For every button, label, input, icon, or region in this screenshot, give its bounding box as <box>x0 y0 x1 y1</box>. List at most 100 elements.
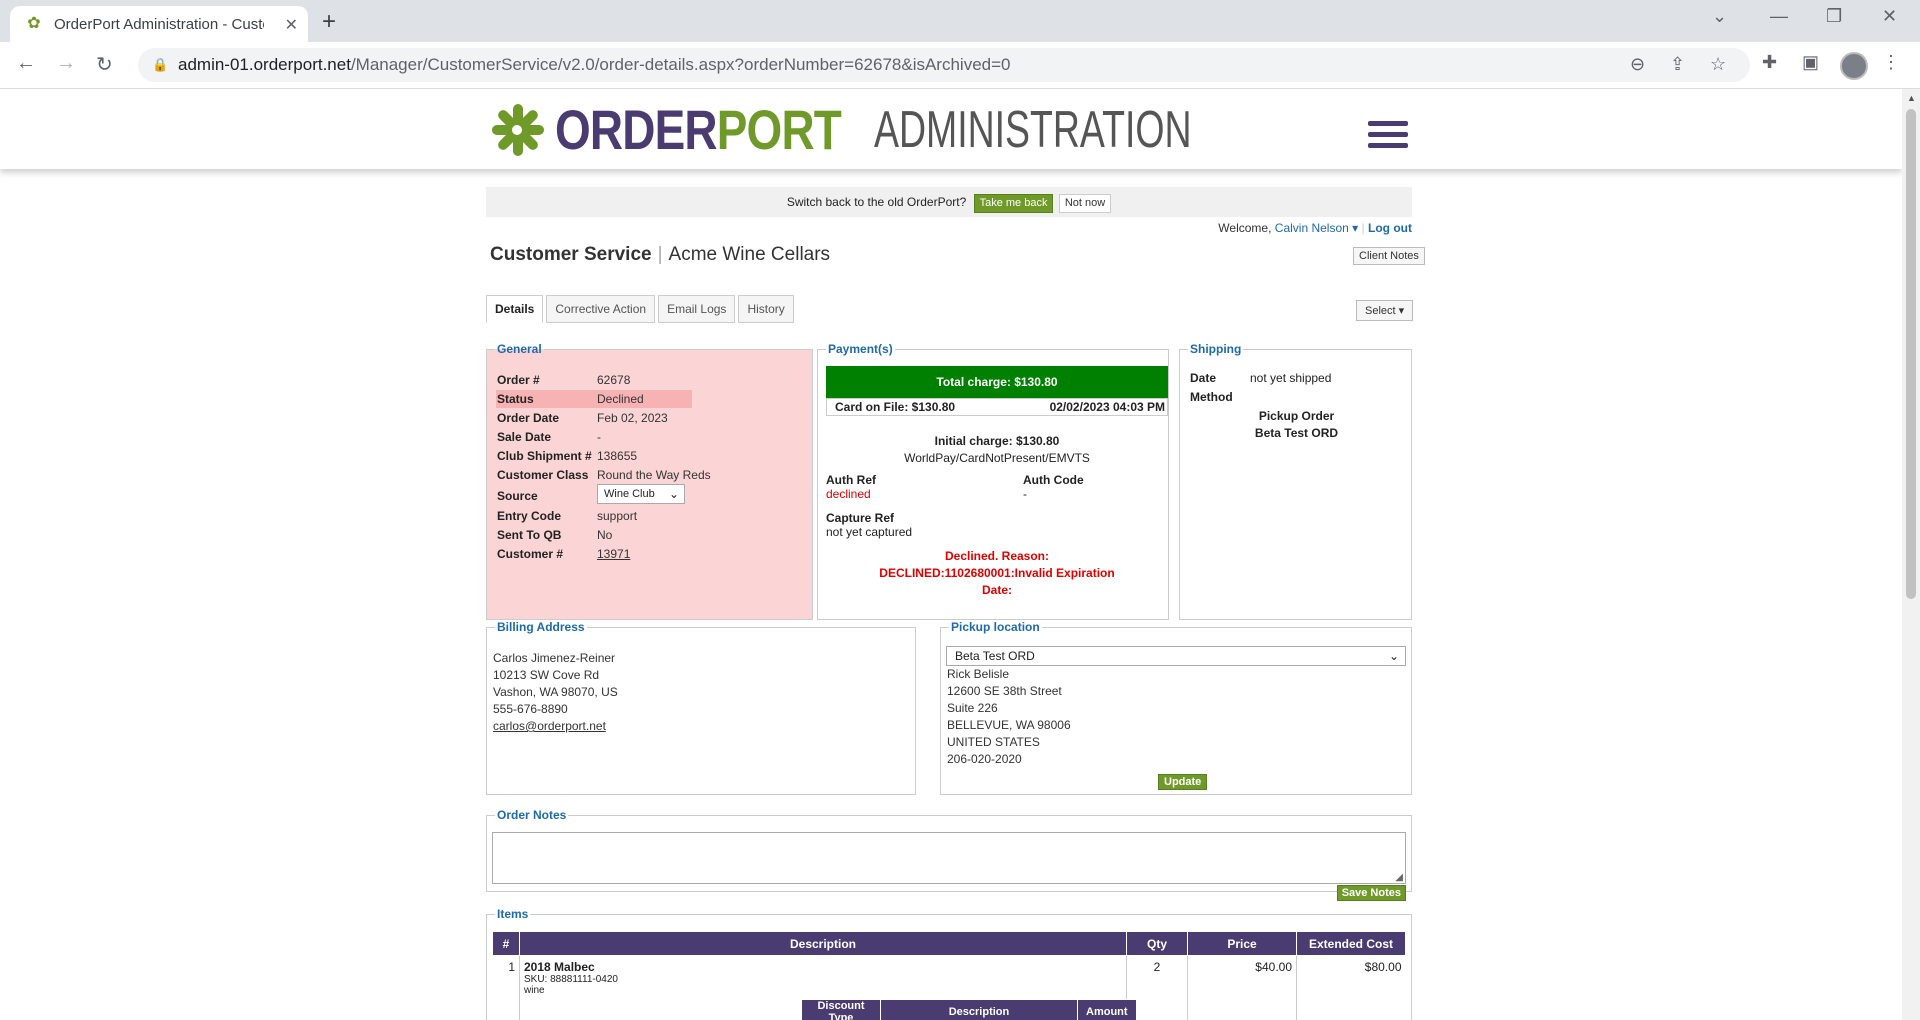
item-type: wine <box>524 985 545 996</box>
shipping-legend: Shipping <box>1190 342 1242 356</box>
update-pickup-button[interactable]: Update <box>1158 774 1208 790</box>
pickup-suite: Suite 226 <box>947 701 998 715</box>
initial-charge: Initial charge: $130.80 <box>934 434 1060 448</box>
pickup-country: UNITED STATES <box>947 735 1040 749</box>
browser-toolbar: ← → ↻ 🔒 admin-01.orderport.net/Manager/C… <box>0 42 1920 89</box>
client-notes-button[interactable]: Client Notes <box>1353 247 1425 265</box>
discount-col-type: Discount Type <box>801 999 881 1020</box>
close-window-icon[interactable]: ✕ <box>1882 6 1897 27</box>
payments-legend: Payment(s) <box>828 342 893 356</box>
tab-search-icon[interactable]: ⌄ <box>1712 6 1727 27</box>
total-charge-bar: Total charge: $130.80 <box>826 366 1168 398</box>
url-text[interactable]: admin-01.orderport.net/Manager/CustomerS… <box>178 55 1011 75</box>
side-panel-icon[interactable]: ▣ <box>1802 52 1819 73</box>
pickup-legend: Pickup location <box>951 620 1040 634</box>
pickup-lines: Rick Belisle 12600 SE 38th Street Suite … <box>947 666 1071 768</box>
scroll-up-icon[interactable]: ▲ <box>1907 93 1916 103</box>
scrollbar-thumb[interactable] <box>1906 109 1916 599</box>
pickup-phone: 206-020-2020 <box>947 752 1022 766</box>
page-scrollbar[interactable]: ▲ <box>1902 89 1920 1020</box>
pickup-city: BELLEVUE, WA 98006 <box>947 718 1071 732</box>
user-menu[interactable]: Calvin Nelson ▾ <box>1275 221 1358 235</box>
discount-table: Discount Type Description Amount <box>801 999 1137 1020</box>
ship-method-type: Pickup Order <box>1258 409 1335 423</box>
page-content: ORDERPORT ADMINISTRATION Switch back to … <box>0 89 1902 1020</box>
restore-icon[interactable]: ❐ <box>1826 6 1842 27</box>
detail-tabs: Details Corrective Action Email Logs His… <box>486 295 797 323</box>
share-icon[interactable]: ⇪ <box>1670 54 1685 75</box>
col-number: # <box>492 931 520 956</box>
site-header: ORDERPORT ADMINISTRATION <box>0 89 1902 169</box>
browser-menu-icon[interactable]: ⋮ <box>1882 52 1900 73</box>
items-panel: Items # Description Qty Price Extended C… <box>486 907 1412 1020</box>
pickup-location-select[interactable]: Beta Test ORD ⌄ <box>946 646 1406 666</box>
logo-administration: ADMINISTRATION <box>873 100 1192 159</box>
save-notes-button[interactable]: Save Notes <box>1336 885 1406 901</box>
tab-history[interactable]: History <box>738 295 794 323</box>
welcome-label: Welcome, <box>1218 221 1272 235</box>
auth-code: Auth Code - <box>1023 473 1084 501</box>
billing-email-link[interactable]: carlos@orderport.net <box>493 719 606 733</box>
back-icon[interactable]: ← <box>16 52 36 75</box>
col-price: Price <box>1187 931 1297 956</box>
payments-panel: Payment(s) Total charge: $130.80 Card on… <box>817 342 1169 620</box>
billing-street: 10213 SW Cove Rd <box>493 668 600 682</box>
select-actions-dropdown[interactable]: Select ▾ <box>1356 300 1414 321</box>
col-qty: Qty <box>1126 931 1188 956</box>
billing-legend: Billing Address <box>497 620 585 634</box>
col-description: Description <box>519 931 1127 956</box>
customer-number-link[interactable]: 13971 <box>597 545 630 563</box>
item-number: 1 <box>492 955 520 1020</box>
profile-avatar[interactable] <box>1840 52 1868 80</box>
tab-corrective-action[interactable]: Corrective Action <box>546 295 656 323</box>
card-on-file-row: Card on File: $130.80 02/02/2023 04:03 PM <box>826 398 1168 416</box>
source-select[interactable]: Wine Club ⌄ <box>597 484 685 504</box>
browser-tab[interactable]: ✿ OrderPort Administration - Custo ✕ <box>10 6 308 42</box>
zoom-icon[interactable]: ⊖ <box>1630 54 1645 75</box>
pickup-contact: Rick Belisle <box>947 667 1010 681</box>
order-notes-textarea[interactable]: ◢ <box>492 832 1406 884</box>
browser-tabstrip: ✿ OrderPort Administration - Custo ✕ + ⌄… <box>0 0 1920 42</box>
tab-email-logs[interactable]: Email Logs <box>658 295 736 323</box>
item-extended: $80.00 <box>1364 960 1402 974</box>
discount-col-description: Description <box>880 999 1078 1020</box>
col-extended-cost: Extended Cost <box>1296 931 1406 956</box>
orderport-favicon-icon: ✿ <box>27 15 41 32</box>
processor-name: WorldPay/CardNotPresent/EMVTS <box>904 451 1090 465</box>
decline-reason-code: DECLINED:1102680001:Invalid Expiration <box>879 566 1115 580</box>
extensions-icon[interactable]: ✚ <box>1762 52 1777 73</box>
new-tab-icon[interactable]: + <box>322 8 336 36</box>
address-bar[interactable]: 🔒 admin-01.orderport.net/Manager/Custome… <box>138 48 1750 82</box>
chevron-down-icon: ⌄ <box>668 487 679 501</box>
items-legend: Items <box>497 907 529 921</box>
pickup-location-panel: Pickup location Beta Test ORD ⌄ Rick Beli… <box>940 620 1412 795</box>
take-me-back-button[interactable]: Take me back <box>973 194 1054 213</box>
decline-reason-label: Declined. Reason: <box>944 549 1050 563</box>
not-now-button[interactable]: Not now <box>1058 194 1112 213</box>
resize-grip-icon[interactable]: ◢ <box>1395 872 1403 883</box>
orderport-flower-icon <box>487 100 547 160</box>
reload-icon[interactable]: ↻ <box>96 52 113 77</box>
auth-ref: Auth Ref declined <box>826 473 876 501</box>
switch-back-text: Switch back to the old OrderPort? <box>786 195 967 209</box>
hamburger-menu-icon[interactable] <box>1368 121 1408 154</box>
general-panel: General Order #62678 Status Declined Orde… <box>486 342 813 620</box>
welcome-bar: Welcome, Calvin Nelson ▾ | Log out <box>1218 221 1412 235</box>
ship-method: Method <box>1190 390 1233 404</box>
bookmark-star-icon[interactable]: ☆ <box>1710 54 1726 75</box>
capture-ref: Capture Ref not yet captured <box>826 511 913 539</box>
close-tab-icon[interactable]: ✕ <box>285 15 298 35</box>
ship-date: Date not yet shipped <box>1190 371 1332 385</box>
billing-name: Carlos Jimenez-Reiner <box>493 651 616 665</box>
tab-details[interactable]: Details <box>486 295 544 323</box>
billing-address-panel: Billing Address Carlos Jimenez-Reiner 10… <box>486 620 916 795</box>
forward-icon[interactable]: → <box>56 52 76 75</box>
item-name: 2018 Malbec <box>524 960 595 974</box>
billing-lines: Carlos Jimenez-Reiner 10213 SW Cove Rd V… <box>493 650 618 735</box>
orderport-logo[interactable]: ORDERPORT ADMINISTRATION <box>487 97 1315 162</box>
logout-link[interactable]: Log out <box>1368 221 1412 235</box>
minimize-icon[interactable]: — <box>1770 6 1788 27</box>
ship-method-location: Beta Test ORD <box>1254 426 1339 440</box>
page-title: Customer Service | Acme Wine Cellars <box>490 244 831 265</box>
caret-down-icon: ▾ <box>1352 221 1359 235</box>
